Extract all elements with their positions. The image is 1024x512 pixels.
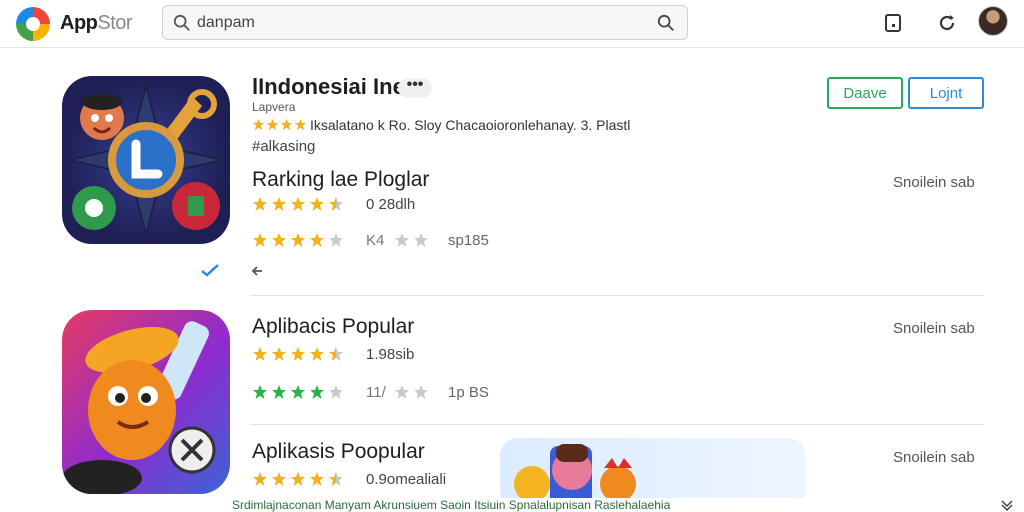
top-bar: AppStor [0, 0, 1024, 48]
featured-rating-stars [252, 118, 308, 134]
star-icon [253, 472, 267, 486]
secondary-rating-number: K4 [366, 232, 385, 249]
footer-strip: Srdimlajnaconan Manyam Akrunsiuem Saoin … [0, 498, 1024, 512]
secondary-stars-row [394, 384, 432, 400]
star-icon [272, 233, 286, 247]
star-icon [329, 233, 343, 247]
search-icon [173, 14, 190, 31]
star-icon [272, 385, 286, 399]
star-icon [310, 385, 324, 399]
secondary-stars-row [394, 232, 432, 248]
cartoon-character-icon [62, 321, 216, 494]
rating-meta: 1.98sib [366, 346, 415, 363]
section-see-all-link[interactable]: Snoilein sab [893, 449, 975, 466]
rating-stars-row [252, 196, 347, 212]
rating-stars-row-green [252, 384, 347, 400]
app-store-brand[interactable]: AppStor [60, 12, 133, 35]
game-emblem-icon [69, 82, 223, 238]
star-icon [395, 385, 409, 399]
star-icon [253, 347, 267, 361]
featured-app-description: Iksalatano k Ro. Sloy Chacaoioronlehanay… [310, 117, 631, 133]
star-icon [266, 118, 279, 131]
rating-stars-row [252, 471, 347, 487]
star-icon [272, 197, 286, 211]
secondary-rating-number: 11/ [366, 384, 386, 401]
rating-stars-row [252, 346, 347, 362]
user-avatar[interactable] [978, 6, 1008, 36]
secondary-meta: 1p BS [448, 384, 489, 401]
star-icon [329, 385, 343, 399]
star-icon [291, 385, 305, 399]
search-bar[interactable] [162, 5, 688, 40]
star-icon [291, 472, 305, 486]
star-icon [294, 118, 307, 131]
star-icon [310, 233, 324, 247]
primary-action-button[interactable]: Daave [827, 77, 903, 109]
star-icon [280, 118, 293, 131]
section-divider [250, 424, 984, 425]
star-icon [272, 472, 286, 486]
section-divider [250, 295, 984, 296]
star-icon [253, 233, 267, 247]
star-icon [291, 347, 305, 361]
secondary-meta: sp185 [448, 232, 489, 249]
search-input[interactable] [197, 11, 637, 35]
section-see-all-link[interactable]: Snoilein sab [893, 320, 975, 337]
app-store-logo-icon[interactable] [16, 7, 50, 41]
star-icon [310, 197, 324, 211]
footer-text: Srdimlajnaconan Manyam Akrunsiuem Saoin … [232, 498, 671, 512]
star-icon [272, 347, 286, 361]
star-icon [253, 197, 267, 211]
star-icon [395, 233, 409, 247]
star-icon [291, 233, 305, 247]
rating-meta: 0 28dlh [366, 196, 416, 213]
checkmark-icon [201, 264, 219, 277]
section-heading-popular[interactable]: Aplibacis Popular [252, 315, 414, 339]
star-icon [329, 347, 343, 361]
star-icon [414, 385, 428, 399]
star-icon [414, 233, 428, 247]
expand-icon[interactable] [1000, 499, 1014, 511]
star-icon [310, 347, 324, 361]
search-submit-icon[interactable] [657, 14, 675, 32]
rating-stars-row [252, 232, 347, 248]
rating-meta: 0.9omealiali [366, 471, 447, 488]
featured-app-tag[interactable]: #alkasing [252, 138, 315, 155]
section-heading-popular-2[interactable]: Aplikasis Poopular [252, 440, 425, 464]
featured-app-title[interactable]: lIndonesiai Ine [252, 74, 405, 100]
popular-app-icon[interactable] [62, 310, 230, 494]
star-icon [252, 118, 265, 131]
star-icon [329, 197, 343, 211]
section-see-all-link[interactable]: Snoilein sab [893, 174, 975, 191]
refresh-icon[interactable] [936, 12, 958, 34]
secondary-action-button[interactable]: Lojnt [908, 77, 984, 109]
star-icon [291, 197, 305, 211]
featured-app-icon[interactable] [62, 76, 230, 244]
more-options-button[interactable]: ••• [398, 77, 432, 98]
brand-name-part2: Stor [97, 12, 133, 34]
star-icon [310, 472, 324, 486]
section-heading-ranking[interactable]: Rarking lae Ploglar [252, 168, 429, 192]
star-icon [253, 385, 267, 399]
bookmark-square-icon[interactable] [882, 12, 904, 34]
star-icon [329, 472, 343, 486]
featured-app-developer: Lapvera [252, 100, 296, 114]
brand-name-part1: App [60, 12, 98, 34]
back-arrow-icon[interactable] [250, 264, 266, 278]
